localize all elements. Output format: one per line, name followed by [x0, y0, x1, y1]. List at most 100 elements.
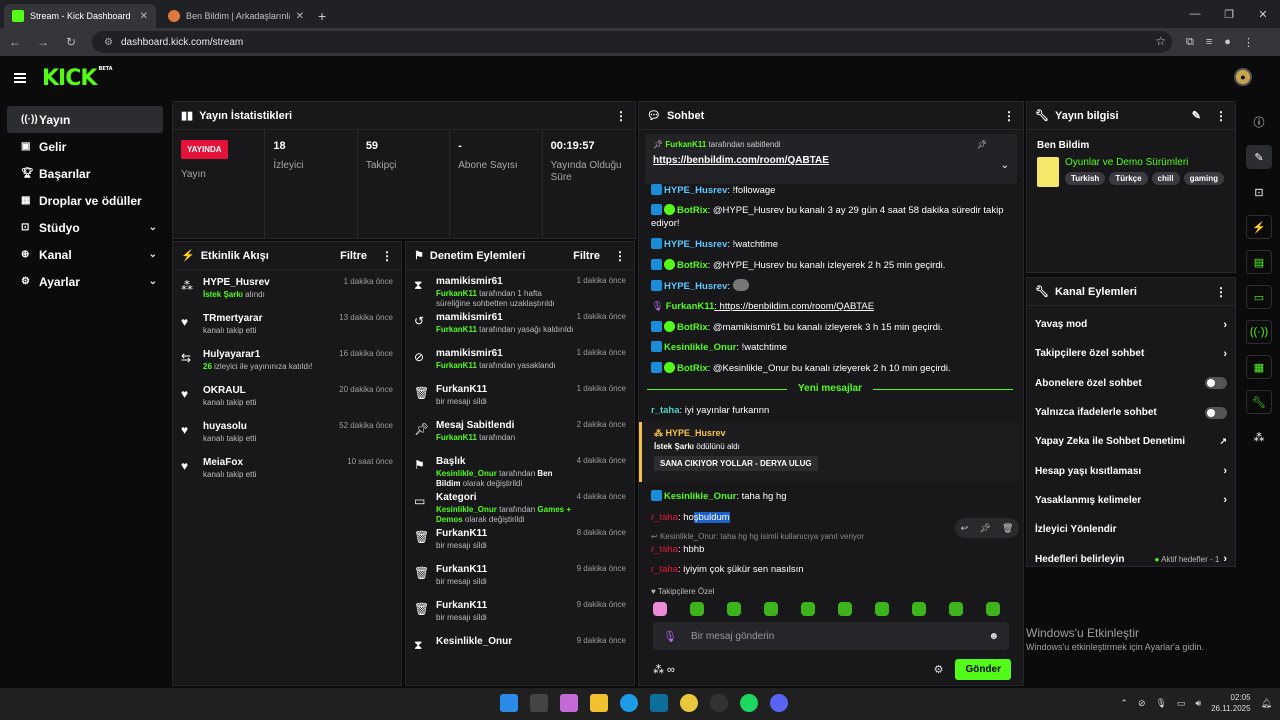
pin-icon[interactable]: 📌︎: [979, 523, 990, 534]
copilot-icon[interactable]: [560, 694, 578, 712]
emote-icon[interactable]: [875, 602, 889, 616]
sidebar-item-droplar[interactable]: ▦ Droplar ve ödüller: [7, 187, 163, 214]
chat-username[interactable]: Kesinlikle_Onur: [664, 342, 736, 353]
hamburger-menu-icon[interactable]: [14, 73, 26, 83]
chat-username[interactable]: HYPE_Husrev: [664, 281, 727, 292]
reload-icon[interactable]: ↻: [64, 35, 78, 49]
chat-text[interactable]: : https://benbildim.com/room/QABTAE: [714, 301, 874, 312]
sidebar-item-ayarlar[interactable]: ⚙ Ayarlar ⌄: [7, 268, 163, 295]
followers-only-row[interactable]: Takipçilere özel sohbet ›: [1027, 339, 1235, 368]
close-window-icon[interactable]: ✕: [1246, 8, 1280, 21]
emoji-picker-icon[interactable]: ☻: [988, 631, 999, 642]
subscribers-only-toggle[interactable]: [1205, 377, 1227, 390]
site-info-icon[interactable]: ⚙: [104, 37, 113, 48]
forward-icon[interactable]: →: [36, 35, 50, 49]
back-icon[interactable]: ←: [8, 35, 22, 49]
maximize-icon[interactable]: ❐: [1212, 8, 1246, 21]
delete-icon[interactable]: 🗑︎: [1002, 523, 1013, 534]
wrench-icon[interactable]: 🔧︎: [1246, 390, 1272, 414]
more-options-icon[interactable]: ⋮: [1003, 109, 1015, 123]
lightning-icon[interactable]: ⚡: [1246, 215, 1272, 239]
unpin-icon[interactable]: 📌︎: [977, 140, 987, 149]
chat-username[interactable]: BotRix: [677, 260, 708, 271]
chat-username[interactable]: Kesinlikle_Onur: [664, 491, 736, 502]
reply-icon[interactable]: ↩: [961, 523, 969, 534]
bookmark-star-icon[interactable]: ☆: [1155, 34, 1166, 48]
reward-icon[interactable]: ⁂: [1246, 425, 1272, 449]
discord-icon[interactable]: [770, 694, 788, 712]
points-icon[interactable]: ⁂ ∞: [653, 663, 675, 676]
file-explorer-icon[interactable]: [590, 694, 608, 712]
sidebar-item-basarilar[interactable]: 🏆︎ Başarılar: [7, 160, 163, 187]
edit-icon[interactable]: ✎: [1192, 109, 1201, 122]
tag[interactable]: Turkish: [1065, 172, 1106, 185]
spotify-icon[interactable]: [740, 694, 758, 712]
sidebar-item-kanal[interactable]: ⊕ Kanal ⌄: [7, 241, 163, 268]
close-tab-icon[interactable]: ✕: [296, 11, 304, 22]
screenshot-icon[interactable]: ⊡: [1246, 180, 1272, 204]
emote-heart-icon[interactable]: [653, 602, 667, 616]
tag[interactable]: Türkçe: [1109, 172, 1148, 185]
goals-row[interactable]: Hedefleri belirleyin ● Aktif hedefler - 1…: [1027, 544, 1235, 573]
user-avatar[interactable]: ●: [1234, 68, 1252, 86]
extensions-icon[interactable]: ⧉: [1186, 36, 1194, 49]
close-tab-icon[interactable]: ✕: [140, 11, 148, 22]
more-options-icon[interactable]: ⋮: [1215, 109, 1227, 123]
browser-tab-benbildim[interactable]: Ben Bildim | Arkadaşlarınla Onli ✕: [160, 4, 312, 28]
emote-icon[interactable]: [838, 602, 852, 616]
banned-words-row[interactable]: Yasaklanmış kelimeler ›: [1027, 486, 1235, 515]
chat-username[interactable]: BotRix: [677, 322, 708, 333]
chrome-icon[interactable]: [680, 694, 698, 712]
chat-username[interactable]: BotRix: [677, 205, 708, 216]
chat-username[interactable]: HYPE_Husrev: [664, 185, 727, 196]
volume-icon[interactable]: 🔊︎: [1195, 698, 1201, 709]
emote-icon[interactable]: [986, 602, 1000, 616]
send-button[interactable]: Gönder: [955, 658, 1011, 680]
network-icon[interactable]: ⊘: [1138, 698, 1146, 709]
notifications-icon[interactable]: 🔔︎: [1261, 698, 1272, 709]
chat-username[interactable]: r_taha: [651, 512, 678, 523]
emote-icon[interactable]: [801, 602, 815, 616]
minimize-icon[interactable]: —: [1178, 8, 1212, 20]
chat-icon[interactable]: ▭: [1246, 285, 1272, 309]
chat-username[interactable]: FurkanK11: [666, 301, 715, 312]
account-age-row[interactable]: Hesap yaşı kısıtlaması ›: [1027, 456, 1235, 485]
edge-icon[interactable]: [620, 694, 638, 712]
tag[interactable]: chill: [1151, 172, 1180, 185]
display-icon[interactable]: ▭: [1177, 698, 1186, 709]
sidebar-item-studyo[interactable]: ⊡ Stüdyo ⌄: [7, 214, 163, 241]
sidebar-item-yayin[interactable]: ((·)) Yayın: [7, 106, 163, 133]
layout-icon[interactable]: ▦: [1246, 355, 1272, 379]
store-icon[interactable]: [650, 694, 668, 712]
chat-username[interactable]: r_taha: [651, 405, 680, 416]
ai-moderation-row[interactable]: Yapay Zeka ile Sohbet Denetimi ↗: [1027, 427, 1235, 456]
filter-button[interactable]: Filtre: [340, 250, 367, 262]
filter-button[interactable]: Filtre: [573, 250, 600, 262]
edit-icon[interactable]: ✎: [1246, 145, 1272, 169]
emote-icon[interactable]: [727, 602, 741, 616]
github-icon[interactable]: [710, 694, 728, 712]
info-icon[interactable]: ⓘ: [1246, 110, 1272, 134]
more-options-icon[interactable]: ⋮: [615, 109, 627, 123]
chat-username[interactable]: BotRix: [677, 363, 708, 374]
emote-icon[interactable]: [912, 602, 926, 616]
task-view-icon[interactable]: [530, 694, 548, 712]
chat-input[interactable]: 🎙︎ Bir mesaj gönderin ☻: [653, 622, 1009, 650]
profile-icon[interactable]: ●: [1224, 36, 1231, 49]
chevron-up-icon[interactable]: ⌃: [1120, 698, 1128, 709]
mic-icon[interactable]: 🎙︎: [1155, 698, 1166, 709]
chat-username[interactable]: r_taha: [651, 544, 678, 555]
redeem-user[interactable]: HYPE_Husrev: [666, 428, 726, 438]
kick-logo[interactable]: KICK BETA: [42, 66, 113, 91]
more-options-icon[interactable]: ⋮: [381, 249, 393, 263]
browser-tab-kick[interactable]: Stream - Kick Dashboard ✕: [4, 4, 156, 28]
emote-icon[interactable]: [949, 602, 963, 616]
category-name[interactable]: Oyunlar ve Demo Sürümleri: [1065, 157, 1224, 168]
address-bar[interactable]: ⚙ dashboard.kick.com/stream ☆: [92, 31, 1172, 53]
start-icon[interactable]: [500, 694, 518, 712]
more-options-icon[interactable]: ⋮: [1215, 285, 1227, 299]
emote-icon[interactable]: [690, 602, 704, 616]
pinned-link[interactable]: https://benbildim.com/room/QABTAE: [653, 155, 1009, 166]
emotes-only-toggle[interactable]: [1205, 406, 1227, 419]
chat-username[interactable]: r_taha: [651, 564, 678, 575]
